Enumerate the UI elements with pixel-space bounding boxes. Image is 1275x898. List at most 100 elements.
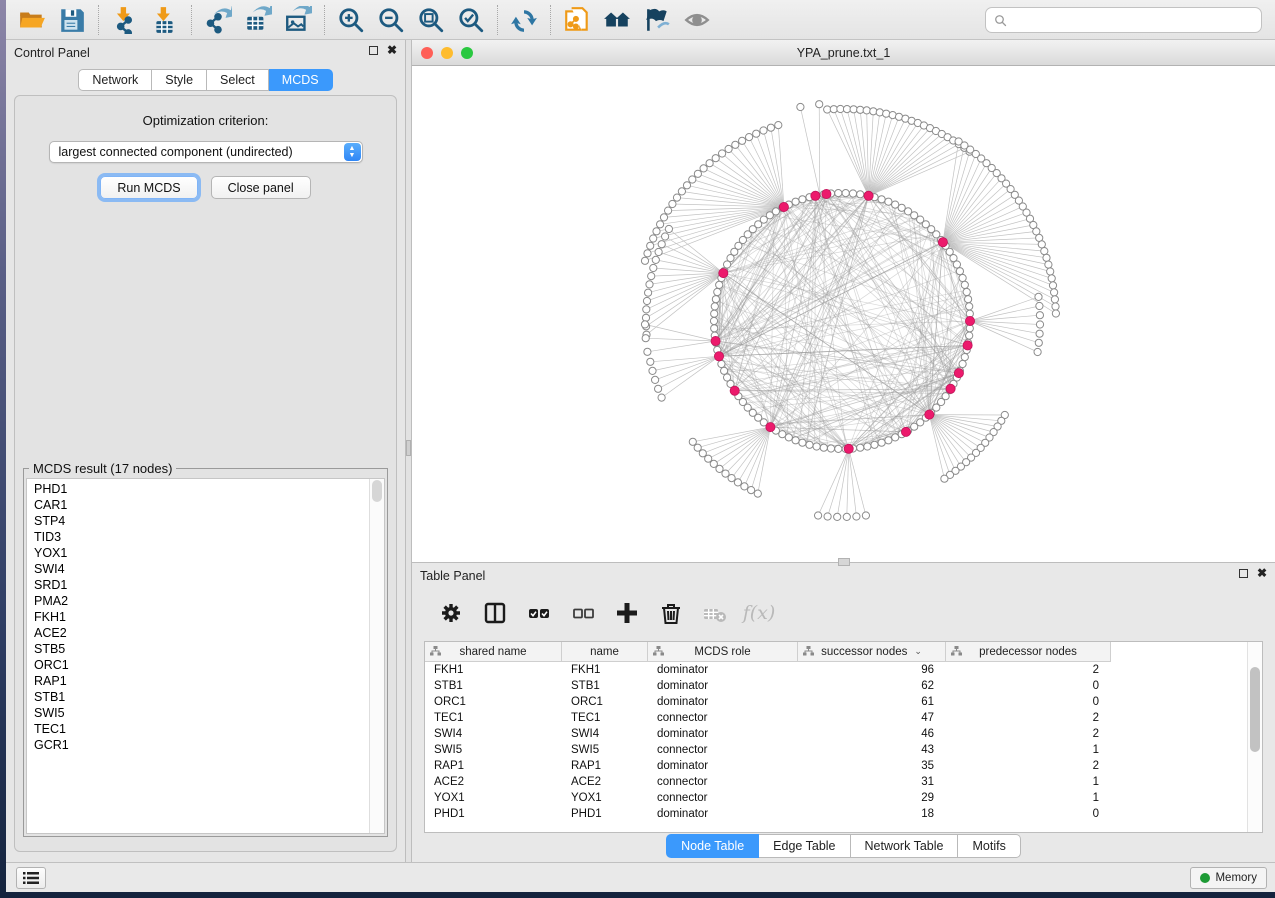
column-header-name[interactable]: name [562,642,648,662]
table-scrollbar[interactable] [1247,642,1262,832]
table-row[interactable]: ORC1ORC1dominator610 [425,694,1247,710]
tab-network[interactable]: Network [78,69,152,91]
hide-icon[interactable] [637,3,677,37]
optimization-criterion-select[interactable]: largest connected component (undirected)… [49,141,363,163]
status-bar: Memory [6,862,1275,892]
column-header-MCDS-role[interactable]: MCDS role [648,642,798,662]
table-panel-header: Table Panel ✖ [412,563,1275,589]
import-table-icon[interactable] [145,3,185,37]
close-panel-icon[interactable]: ✖ [1257,569,1267,578]
column-header-successor-nodes[interactable]: successor nodes⌄ [798,642,946,662]
toolbar-separator [497,5,498,35]
control-panel-header: Control Panel ✖ [6,40,405,66]
mcds-result-item[interactable]: SWI4 [27,561,368,577]
table-row[interactable]: ACE2ACE2connector311 [425,774,1247,790]
column-header-shared-name[interactable]: shared name [425,642,562,662]
tab-style[interactable]: Style [152,69,207,91]
control-panel-tabs: NetworkStyleSelectMCDS [6,69,405,91]
table-row[interactable]: FKH1FKH1dominator962 [425,662,1247,678]
mcds-result-group: MCDS result (17 nodes) PHD1CAR1STP4TID3Y… [23,468,388,837]
mcds-result-item[interactable]: PHD1 [27,481,368,497]
function-icon: f(x) [742,597,776,629]
export-network-icon[interactable] [198,3,238,37]
memory-status-icon [1200,873,1210,883]
table-row[interactable]: STB1STB1dominator620 [425,678,1247,694]
network-document-icon[interactable] [557,3,597,37]
mcds-result-item[interactable]: STP4 [27,513,368,529]
table-row[interactable]: RAP1RAP1dominator352 [425,758,1247,774]
tab-edge-table[interactable]: Edge Table [759,834,850,858]
import-table-disabled-icon [698,597,732,629]
sort-desc-icon: ⌄ [914,646,922,657]
table-toolbar: f(x) [422,591,1265,635]
close-panel-button[interactable]: Close panel [211,176,311,199]
table-row[interactable]: YOX1YOX1connector291 [425,790,1247,806]
splitter-grip[interactable] [406,440,411,456]
mcds-list-scrollbar[interactable] [369,479,384,833]
maximize-window-icon[interactable] [461,47,473,59]
table-row[interactable]: PHD1PHD1dominator180 [425,806,1247,822]
import-network-icon[interactable] [105,3,145,37]
mcds-result-item[interactable]: ACE2 [27,625,368,641]
network-canvas[interactable] [412,66,1275,562]
zoom-in-icon[interactable] [331,3,371,37]
columns-icon[interactable] [478,597,512,629]
mcds-result-item[interactable]: CAR1 [27,497,368,513]
gear-icon[interactable] [434,597,468,629]
export-image-icon[interactable] [278,3,318,37]
mcds-result-item[interactable]: STB1 [27,689,368,705]
memory-button[interactable]: Memory [1190,867,1267,889]
mcds-result-item[interactable]: SWI5 [27,705,368,721]
column-header-predecessor-nodes[interactable]: predecessor nodes [946,642,1111,662]
toolbar-separator [324,5,325,35]
refresh-icon[interactable] [504,3,544,37]
zoom-fit-icon[interactable] [411,3,451,37]
mcds-result-item[interactable]: RAP1 [27,673,368,689]
mcds-result-list[interactable]: PHD1CAR1STP4TID3YOX1SWI4SRD1PMA2FKH1ACE2… [26,478,385,834]
minimize-window-icon[interactable] [441,47,453,59]
mcds-result-item[interactable]: PMA2 [27,593,368,609]
close-window-icon[interactable] [421,47,433,59]
select-all-icon[interactable] [522,597,556,629]
tab-select[interactable]: Select [207,69,269,91]
show-icon[interactable] [677,3,717,37]
mcds-result-item[interactable]: TID3 [27,529,368,545]
deselect-all-icon[interactable] [566,597,600,629]
open-folder-icon[interactable] [12,3,52,37]
tab-network-table[interactable]: Network Table [851,834,959,858]
run-mcds-button[interactable]: Run MCDS [100,176,197,199]
float-panel-icon[interactable] [369,46,378,55]
mcds-result-item[interactable]: STB5 [27,641,368,657]
tab-node-table[interactable]: Node Table [666,834,759,858]
zoom-out-icon[interactable] [371,3,411,37]
toolbar-separator [191,5,192,35]
close-panel-icon[interactable]: ✖ [387,46,397,55]
mcds-result-item[interactable]: ORC1 [27,657,368,673]
toolbar-separator [98,5,99,35]
tab-mcds[interactable]: MCDS [269,69,333,91]
zoom-selected-icon[interactable] [451,3,491,37]
vertical-splitter[interactable] [405,40,412,862]
task-history-button[interactable] [16,867,46,889]
mcds-result-item[interactable]: TEC1 [27,721,368,737]
add-icon[interactable] [610,597,644,629]
tab-motifs[interactable]: Motifs [958,834,1020,858]
search-box[interactable] [985,7,1262,33]
table-row[interactable]: SWI4SWI4dominator462 [425,726,1247,742]
float-panel-icon[interactable] [1239,569,1248,578]
table-row[interactable]: SWI5SWI5connector431 [425,742,1247,758]
save-icon[interactable] [52,3,92,37]
control-panel: Control Panel ✖ NetworkStyleSelectMCDS O… [6,40,405,862]
mcds-result-item[interactable]: FKH1 [27,609,368,625]
table-tabs: Node TableEdge TableNetwork TableMotifs [412,834,1275,858]
delete-icon[interactable] [654,597,688,629]
export-table-icon[interactable] [238,3,278,37]
mcds-result-item[interactable]: SRD1 [27,577,368,593]
search-input[interactable] [1012,13,1253,27]
mcds-result-item[interactable]: YOX1 [27,545,368,561]
tree-icon [653,646,664,659]
neighbors-icon[interactable] [597,3,637,37]
node-table: shared namenameMCDS rolesuccessor nodes⌄… [424,641,1263,833]
mcds-result-item[interactable]: GCR1 [27,737,368,753]
table-row[interactable]: TEC1TEC1connector472 [425,710,1247,726]
